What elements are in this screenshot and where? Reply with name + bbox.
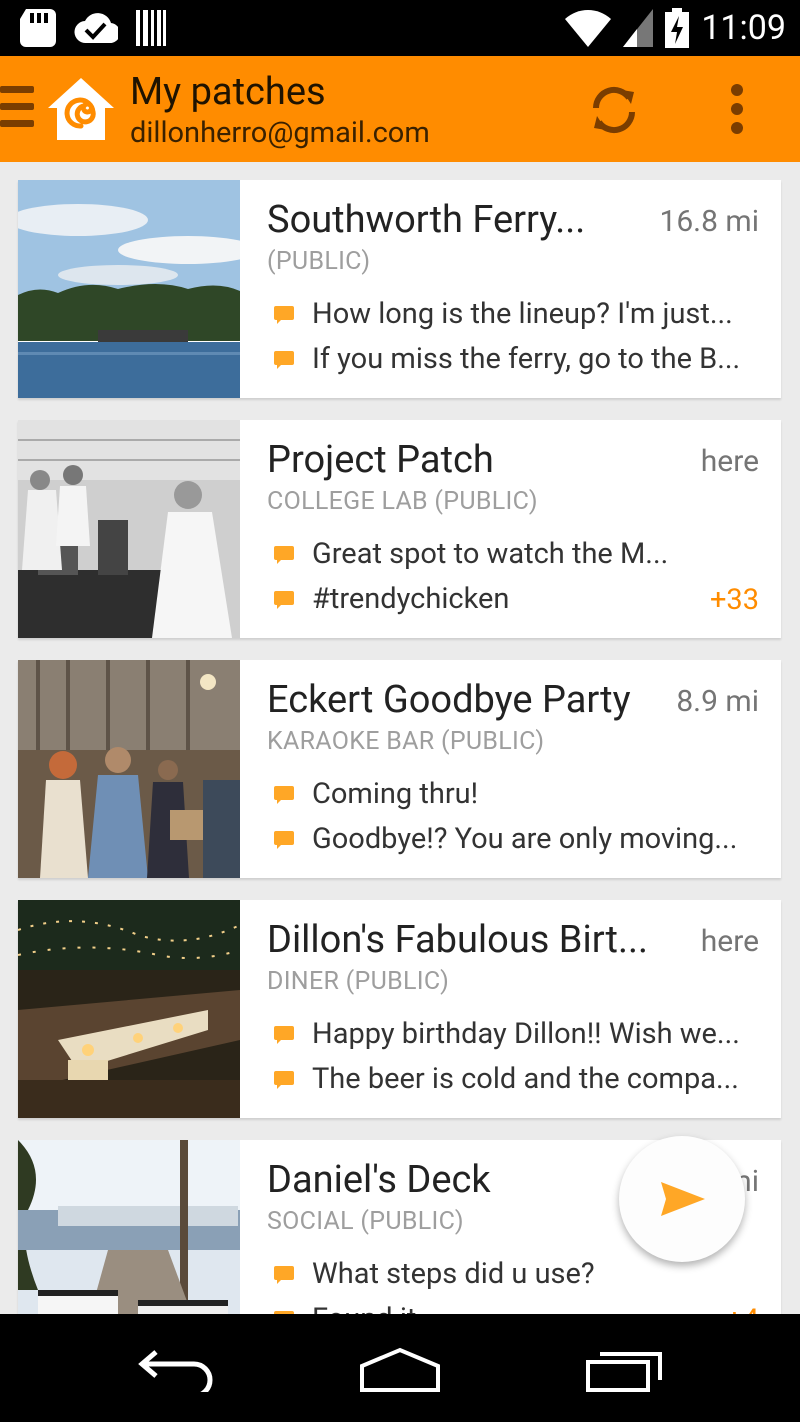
home-icon[interactable] <box>358 1346 442 1394</box>
message-preview: Great spot to watch the M... <box>274 536 668 572</box>
page-title: My patches <box>130 70 326 114</box>
patch-card[interactable]: Dillon's Fabulous Birt... here DINER (PU… <box>18 900 781 1118</box>
action-bar: My patches dillonherro@gmail.com <box>0 56 800 162</box>
patch-distance: here <box>700 924 759 959</box>
message-bubble-icon <box>274 590 294 609</box>
back-icon[interactable] <box>138 1348 218 1392</box>
message-preview: The beer is cold and the compa... <box>274 1061 739 1097</box>
message-bubble-icon <box>274 830 294 849</box>
patch-category: SOCIAL (PUBLIC) <box>267 1207 464 1236</box>
more-messages-count: +4 <box>726 1302 759 1314</box>
message-preview: What steps did u use? <box>274 1256 595 1292</box>
patch-title: Dillon's Fabulous Birt... <box>267 918 649 962</box>
message-bubble-icon <box>274 350 294 369</box>
status-time: 11:09 <box>701 8 786 48</box>
message-bubble-icon <box>274 305 294 324</box>
patch-distance: 8.9 mi <box>676 684 759 719</box>
check-cloud-icon <box>74 13 118 44</box>
patch-title: Southworth Ferry... <box>267 198 586 242</box>
patch-category: (PUBLIC) <box>267 247 371 276</box>
message-bubble-icon <box>274 785 294 804</box>
refresh-icon[interactable] <box>586 82 642 138</box>
patch-title: Project Patch <box>267 438 494 482</box>
send-message-button[interactable] <box>619 1136 745 1262</box>
message-preview: How long is the lineup? I'm just... <box>274 296 733 332</box>
patch-card[interactable]: Southworth Ferry... 16.8 mi (PUBLIC) How… <box>18 180 781 398</box>
patch-thumbnail <box>18 660 240 878</box>
battery-charging-icon <box>665 8 690 48</box>
patch-distance: here <box>700 444 759 479</box>
send-icon <box>661 1182 705 1216</box>
patch-title: Daniel's Deck <box>267 1158 491 1202</box>
overflow-menu-icon[interactable] <box>728 84 748 134</box>
patch-thumbnail <box>18 420 240 638</box>
menu-icon[interactable] <box>0 86 34 134</box>
patch-thumbnail <box>18 180 240 398</box>
barcode-icon <box>136 10 166 46</box>
message-preview: #trendychicken <box>274 581 509 617</box>
status-bar: 11:09 <box>0 0 800 56</box>
wifi-icon <box>565 10 612 47</box>
message-preview: Coming thru! <box>274 776 478 812</box>
system-nav-bar <box>0 1314 800 1422</box>
recent-apps-icon[interactable] <box>584 1348 666 1394</box>
patch-thumbnail <box>18 900 240 1118</box>
message-bubble-icon <box>274 545 294 564</box>
account-email: dillonherro@gmail.com <box>130 116 430 150</box>
patch-card[interactable]: Eckert Goodbye Party 8.9 mi KARAOKE BAR … <box>18 660 781 878</box>
message-preview: Happy birthday Dillon!! Wish we... <box>274 1016 740 1052</box>
message-bubble-icon <box>274 1025 294 1044</box>
patch-distance: 16.8 mi <box>659 204 759 239</box>
patch-card[interactable]: Project Patch here COLLEGE LAB (PUBLIC) … <box>18 420 781 638</box>
message-preview: Found it <box>274 1301 416 1314</box>
patch-category: DINER (PUBLIC) <box>267 967 450 996</box>
app-logo-icon[interactable] <box>46 76 116 142</box>
patch-title: Eckert Goodbye Party <box>267 678 631 722</box>
signal-icon <box>623 9 654 47</box>
patch-category: COLLEGE LAB (PUBLIC) <box>267 487 538 516</box>
sd-card-icon <box>20 9 56 47</box>
message-bubble-icon <box>274 1070 294 1089</box>
message-bubble-icon <box>274 1265 294 1284</box>
more-messages-count: +33 <box>709 583 759 617</box>
patch-category: KARAOKE BAR (PUBLIC) <box>267 727 545 756</box>
message-preview: Goodbye!? You are only moving... <box>274 821 737 857</box>
message-preview: If you miss the ferry, go to the B... <box>274 341 740 377</box>
patch-thumbnail <box>18 1140 240 1314</box>
